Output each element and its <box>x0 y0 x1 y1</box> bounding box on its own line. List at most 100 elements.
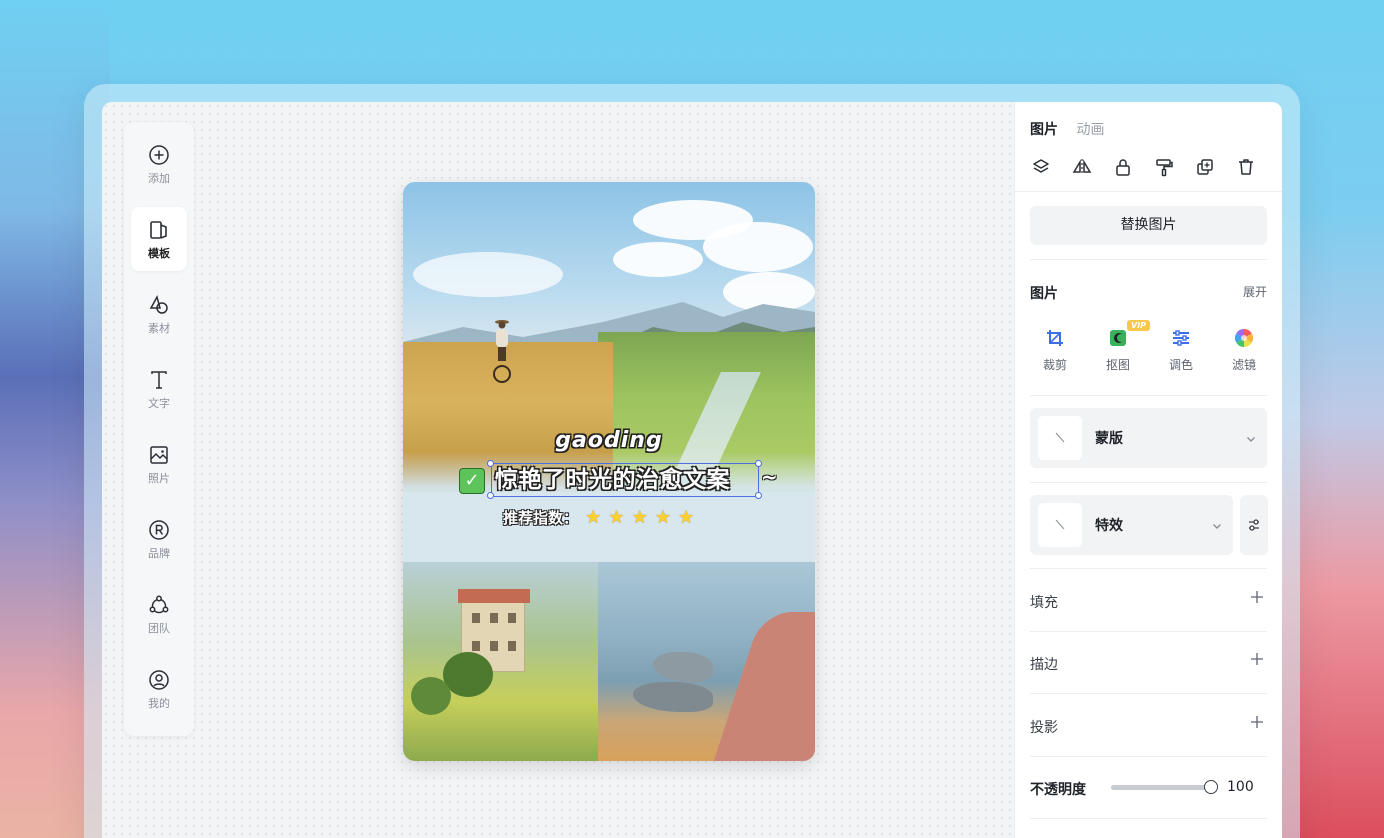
opacity-slider-knob[interactable] <box>1204 780 1218 794</box>
fill-row[interactable]: 填充 <box>1030 589 1267 613</box>
divider <box>1030 631 1267 632</box>
tab-image[interactable]: 图片 <box>1030 119 1058 139</box>
stroke-row[interactable]: 描边 <box>1030 651 1267 675</box>
expand-link[interactable]: 展开 <box>1243 283 1267 300</box>
tool-template-label: 模板 <box>148 247 170 260</box>
tool-team[interactable]: 团队 <box>131 582 187 646</box>
flip-icon[interactable] <box>1072 157 1094 179</box>
canvas-tree <box>443 652 493 697</box>
mask-thumbnail <box>1038 416 1082 460</box>
cutout-label: 抠图 <box>1105 358 1130 372</box>
tool-text[interactable]: 文字 <box>131 357 187 421</box>
divider <box>1015 191 1282 192</box>
effects-settings-button[interactable] <box>1240 495 1268 555</box>
canvas-tree <box>411 677 451 715</box>
crop-label: 裁剪 <box>1042 358 1067 372</box>
properties-panel: 图片 动画 替换图片 图片 展开 裁剪 VIP 抠图 调色 滤镜 蒙版 特效 填… <box>1014 102 1282 838</box>
opacity-slider[interactable] <box>1111 780 1218 794</box>
format-painter-icon[interactable] <box>1154 157 1176 179</box>
rating-label: 推荐指数： <box>503 509 579 527</box>
opacity-slider-fill <box>1111 785 1211 790</box>
chevron-down-icon <box>1211 517 1223 536</box>
selected-text-layer[interactable]: 惊艳了时光的治愈文案 <box>491 463 759 497</box>
divider <box>1030 395 1267 396</box>
duplicate-icon[interactable] <box>1195 157 1217 179</box>
plus-circle-icon <box>149 145 169 165</box>
tool-team-label: 团队 <box>148 622 170 635</box>
tool-materials-label: 素材 <box>148 322 170 335</box>
resize-handle[interactable] <box>755 492 762 499</box>
text-icon <box>151 371 167 389</box>
adjust-color-button[interactable]: 调色 <box>1158 328 1204 373</box>
adjust-color-label: 调色 <box>1168 358 1193 372</box>
left-toolbar: 添加 模板 素材 文字 照片 品牌 团队 我的 <box>124 122 194 736</box>
cutout-button[interactable]: VIP 抠图 <box>1095 320 1151 373</box>
canvas-title-en[interactable]: gaoding <box>403 428 815 453</box>
filter-button[interactable]: 滤镜 <box>1221 328 1267 373</box>
plus-icon[interactable] <box>1249 714 1265 734</box>
resize-handle[interactable] <box>487 460 494 467</box>
canvas-cyclist <box>493 320 511 383</box>
canvas-rating-row[interactable]: 推荐指数： ★ ★ ★ ★ ★ <box>503 507 723 529</box>
team-icon <box>149 595 169 614</box>
filter-label: 滤镜 <box>1231 358 1256 372</box>
user-circle-icon <box>149 670 169 690</box>
check-mark-icon: ✓ <box>459 468 485 494</box>
tool-photos[interactable]: 照片 <box>131 432 187 496</box>
filter-icon <box>1234 329 1254 347</box>
cloud <box>613 242 703 277</box>
cloud <box>703 222 813 272</box>
design-canvas[interactable]: gaoding ✓ 惊艳了时光的治愈文案 ~ 推荐指数： ★ ★ ★ ★ ★ <box>403 182 815 761</box>
divider <box>1030 482 1267 483</box>
divider <box>1030 756 1267 757</box>
stroke-label: 描边 <box>1030 657 1058 673</box>
plus-icon[interactable] <box>1249 589 1265 609</box>
tool-brand-label: 品牌 <box>148 547 170 560</box>
star-icon: ★ <box>585 507 602 528</box>
tool-add[interactable]: 添加 <box>131 132 187 196</box>
tool-mine[interactable]: 我的 <box>131 657 187 721</box>
star-icon: ★ <box>654 507 671 528</box>
replace-image-button[interactable]: 替换图片 <box>1030 206 1267 245</box>
effects-label: 特效 <box>1095 518 1123 534</box>
star-icon: ★ <box>631 507 648 528</box>
tool-template[interactable]: 模板 <box>131 207 187 271</box>
divider <box>1030 259 1267 260</box>
tool-materials[interactable]: 素材 <box>131 282 187 346</box>
crop-button[interactable]: 裁剪 <box>1032 328 1078 373</box>
image-tools: 裁剪 VIP 抠图 调色 滤镜 <box>1030 320 1270 376</box>
opacity-label: 不透明度 <box>1030 782 1086 798</box>
shadow-label: 投影 <box>1030 720 1058 736</box>
image-icon <box>150 446 168 464</box>
shapes-icon <box>149 295 168 314</box>
delete-icon[interactable] <box>1236 157 1258 179</box>
layers-icon[interactable] <box>1031 157 1053 179</box>
sliders-icon <box>1249 519 1259 531</box>
tool-mine-label: 我的 <box>148 697 170 710</box>
adjust-color-icon <box>1173 330 1189 346</box>
action-icon-row <box>1031 157 1272 179</box>
template-icon <box>150 221 167 239</box>
divider <box>1030 693 1267 694</box>
effects-dropdown[interactable]: 特效 <box>1030 495 1233 555</box>
tab-animation[interactable]: 动画 <box>1076 119 1104 139</box>
shadow-row[interactable]: 投影 <box>1030 714 1267 738</box>
tool-photos-label: 照片 <box>148 472 170 485</box>
canvas-title-tail: ~ <box>761 465 778 489</box>
fill-label: 填充 <box>1030 595 1058 611</box>
brand-registered-icon <box>149 520 169 540</box>
tool-brand[interactable]: 品牌 <box>131 507 187 571</box>
cutout-icon <box>1110 330 1126 346</box>
plus-icon[interactable] <box>1249 651 1265 671</box>
divider <box>1030 818 1267 819</box>
editor-app: 添加 模板 素材 文字 照片 品牌 团队 我的 gaoding ✓ 惊艳了时光的… <box>102 102 1282 838</box>
mask-dropdown[interactable]: 蒙版 <box>1030 408 1267 468</box>
resize-handle[interactable] <box>487 492 494 499</box>
canvas-title-row: ✓ 惊艳了时光的治愈文案 ~ <box>459 460 789 499</box>
tool-text-label: 文字 <box>148 397 170 410</box>
opacity-value[interactable]: 100 <box>1227 779 1254 795</box>
chevron-down-icon <box>1245 430 1257 449</box>
panel-tabs: 图片 动画 <box>1030 119 1118 139</box>
mask-label: 蒙版 <box>1095 431 1123 447</box>
lock-icon[interactable] <box>1113 157 1135 179</box>
